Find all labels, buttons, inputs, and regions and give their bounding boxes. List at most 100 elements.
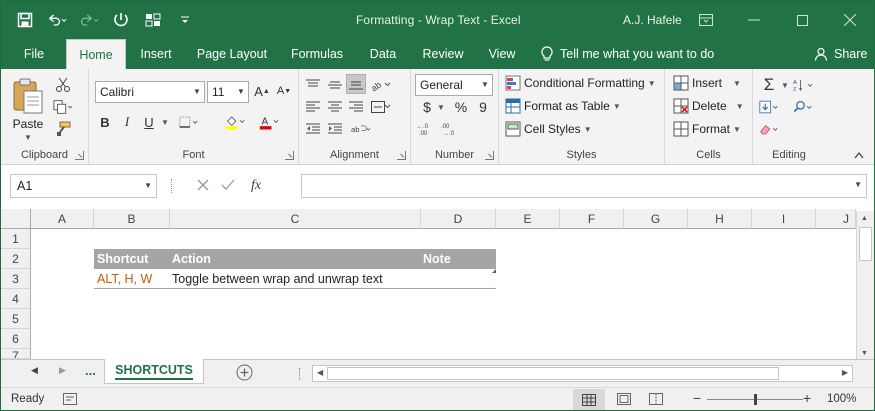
macro-record-icon[interactable] [63, 393, 77, 408]
sheet-tab-shortcuts[interactable]: SHORTCUTS [104, 359, 204, 384]
next-sheet-icon[interactable]: ▶ [59, 365, 66, 376]
borders-icon[interactable] [179, 112, 199, 132]
currency-button[interactable]: $ [417, 97, 437, 117]
font-name-dropdown-icon[interactable]: ▼ [190, 82, 204, 102]
delete-cells-button[interactable]: Delete ▼ [673, 98, 744, 114]
scroll-left-icon[interactable]: ◀ [317, 368, 323, 377]
ribbon-display-icon[interactable] [682, 1, 730, 39]
underline-dropdown-icon[interactable]: ▼ [161, 118, 169, 127]
horizontal-scrollbar[interactable]: ◀ ▶ [312, 365, 853, 382]
font-size-dropdown-icon[interactable]: ▼ [234, 82, 248, 102]
column-header-i[interactable]: I [752, 209, 816, 229]
save-icon[interactable] [15, 10, 35, 30]
percent-button[interactable]: % [451, 97, 471, 117]
column-header-b[interactable]: B [94, 209, 170, 229]
select-all-corner[interactable] [1, 209, 31, 229]
tab-insert[interactable]: Insert [133, 39, 179, 69]
number-launcher-icon[interactable] [485, 151, 494, 160]
customize-qat-icon[interactable] [175, 10, 195, 30]
merge-center-icon[interactable] [371, 97, 391, 117]
increase-indent-icon[interactable] [325, 119, 345, 139]
enter-icon[interactable] [221, 179, 251, 194]
fill-icon[interactable] [759, 97, 779, 117]
zoom-out-icon[interactable]: − [693, 390, 701, 406]
font-size-combo[interactable]: 11 ▼ [207, 81, 249, 103]
normal-view-icon[interactable] [573, 389, 605, 410]
align-left-icon[interactable] [303, 97, 323, 117]
zoom-slider-thumb[interactable] [754, 394, 757, 405]
increase-decimal-icon[interactable]: ←.0.00 [417, 119, 437, 139]
clear-icon[interactable] [759, 119, 779, 139]
vertical-scrollbar[interactable]: ▲ ▼ [856, 211, 874, 359]
column-header-f[interactable]: F [560, 209, 624, 229]
sort-filter-icon[interactable]: AZ [793, 75, 813, 95]
header-shortcut[interactable]: Shortcut [97, 249, 148, 269]
comma-button[interactable]: 9 [473, 97, 493, 117]
scroll-right-icon[interactable]: ▶ [842, 368, 848, 377]
autosum-dropdown-icon[interactable]: ▼ [781, 81, 789, 90]
font-color-icon[interactable]: A [259, 112, 279, 132]
column-header-c[interactable]: C [170, 209, 421, 229]
cancel-icon[interactable] [197, 179, 221, 194]
autosum-icon[interactable]: Σ [759, 75, 779, 95]
paste-button[interactable]: Paste ▼ [11, 77, 45, 142]
insert-cells-button[interactable]: Insert ▼ [673, 75, 741, 91]
align-right-icon[interactable] [346, 97, 366, 117]
clipboard-launcher-icon[interactable] [75, 151, 84, 160]
cut-icon[interactable] [53, 75, 73, 95]
italic-button[interactable]: I [117, 112, 137, 132]
row-header-3[interactable]: 3 [1, 269, 31, 289]
align-bottom-icon[interactable] [346, 74, 366, 94]
horizontal-scroll-thumb[interactable] [327, 367, 779, 380]
zoom-slider[interactable] [707, 394, 803, 405]
decrease-decimal-icon[interactable]: .00 →.0 [441, 119, 461, 139]
header-note[interactable]: Note [423, 249, 451, 269]
tab-home[interactable]: Home [66, 39, 126, 70]
insert-function-button[interactable]: fx [251, 178, 261, 194]
scroll-down-icon[interactable]: ▼ [861, 350, 868, 357]
formula-bar-grip[interactable] [171, 179, 175, 193]
tab-data[interactable]: Data [362, 39, 404, 69]
zoom-level[interactable]: 100% [827, 393, 856, 405]
conditional-formatting-button[interactable]: Conditional Formatting ▼ [505, 75, 656, 91]
grow-font-icon[interactable]: A ▲ [252, 81, 272, 101]
tab-file[interactable]: File [13, 39, 55, 69]
underline-button[interactable]: U [139, 112, 159, 132]
number-format-dropdown-icon[interactable]: ▼ [478, 75, 492, 95]
name-box[interactable]: A1 ▼ [10, 174, 157, 198]
find-select-icon[interactable] [793, 97, 813, 117]
name-box-dropdown-icon[interactable]: ▼ [144, 175, 152, 197]
form-icon[interactable] [143, 10, 163, 30]
column-header-d[interactable]: D [421, 209, 496, 229]
minimize-icon[interactable] [730, 1, 778, 39]
page-break-view-icon[interactable] [649, 393, 663, 408]
alignment-launcher-icon[interactable] [397, 151, 406, 160]
shrink-font-icon[interactable]: A ▼ [274, 81, 294, 101]
decrease-indent-icon[interactable] [303, 119, 323, 139]
wrap-text-icon[interactable]: ab [351, 119, 371, 139]
cell-shortcut[interactable]: ALT, H, W [97, 269, 152, 289]
format-as-table-button[interactable]: Format as Table ▼ [505, 98, 621, 114]
cell-styles-button[interactable]: Cell Styles ▼ [505, 121, 592, 137]
align-center-icon[interactable] [325, 97, 345, 117]
scroll-up-icon[interactable]: ▲ [861, 215, 868, 222]
row-header-6[interactable]: 6 [1, 329, 31, 349]
redo-icon[interactable] [79, 10, 99, 30]
orientation-icon[interactable]: ab [371, 75, 391, 95]
user-name[interactable]: A.J. Hafele [623, 13, 682, 27]
new-sheet-icon[interactable] [236, 364, 253, 384]
tab-review[interactable]: Review [415, 39, 471, 69]
undo-icon[interactable] [47, 10, 67, 30]
table-resize-handle[interactable] [492, 269, 496, 273]
font-name-combo[interactable]: Calibri ▼ [95, 81, 205, 103]
row-header-4[interactable]: 4 [1, 289, 31, 309]
more-sheets-button[interactable]: ... [85, 363, 96, 378]
row-header-5[interactable]: 5 [1, 309, 31, 329]
formula-input[interactable]: ▼ [301, 174, 867, 198]
row-header-7[interactable]: 7 [1, 349, 31, 359]
collapse-ribbon-icon[interactable] [849, 145, 869, 165]
copy-icon[interactable] [53, 97, 73, 117]
format-cells-button[interactable]: Format ▼ [673, 121, 741, 137]
tab-split-grip[interactable] [299, 368, 303, 380]
fill-color-icon[interactable] [225, 112, 245, 132]
